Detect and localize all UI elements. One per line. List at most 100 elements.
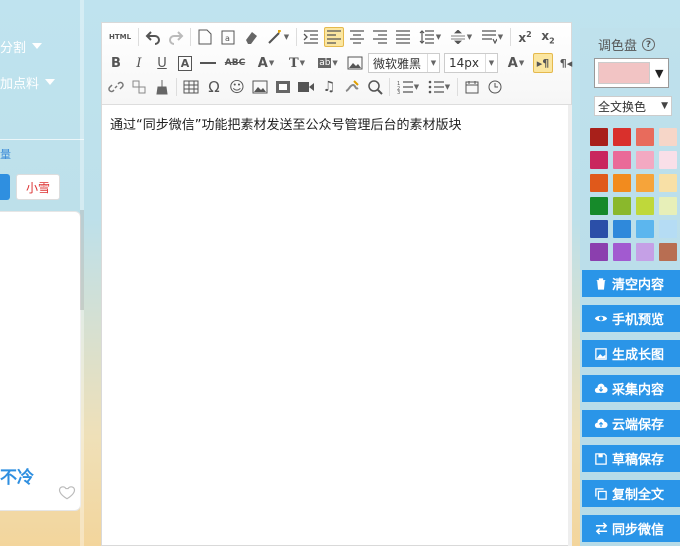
action-button[interactable]: 采集内容 [582, 375, 680, 402]
clear-format-button[interactable] [152, 77, 172, 97]
menu-item-extra[interactable]: 加点料 [0, 72, 60, 92]
horizontal-rule-button[interactable] [198, 53, 218, 73]
menu-item-split-label: 分割 [0, 40, 27, 56]
color-swatch[interactable] [590, 197, 608, 215]
action-button[interactable]: 生成长图 [582, 340, 680, 367]
border-text-button[interactable]: A [175, 53, 195, 73]
action-button[interactable]: 云端保存 [582, 410, 680, 437]
color-swatch[interactable] [636, 174, 654, 192]
color-swatch[interactable] [613, 220, 631, 238]
video-button[interactable] [296, 77, 316, 97]
table-button[interactable] [181, 77, 201, 97]
strikethrough-button[interactable]: ABC [221, 53, 249, 73]
ltr-direction-button[interactable]: ▸¶ [533, 53, 553, 73]
color-swatch[interactable] [636, 220, 654, 238]
insert-image-button[interactable] [250, 77, 270, 97]
ordered-list-button[interactable]: 1 2 3 ▼ [394, 77, 422, 97]
action-button[interactable]: 手机预览 [582, 305, 680, 332]
background-color-button[interactable]: ab ▼ [314, 53, 342, 73]
scrollbar-thumb[interactable] [80, 210, 84, 310]
html-source-button[interactable]: HTML [106, 27, 134, 47]
color-swatch[interactable] [613, 174, 631, 192]
unordered-list-button[interactable]: ▼ [425, 77, 453, 97]
help-icon[interactable]: ? [642, 38, 656, 51]
align-right-button[interactable] [370, 27, 390, 47]
special-char-button[interactable]: Ω [204, 77, 224, 97]
undo-icon [145, 31, 160, 45]
indent-button[interactable] [301, 27, 321, 47]
color-swatch[interactable] [613, 243, 631, 261]
color-mode-select[interactable]: 全文换色 ▼ [594, 96, 672, 116]
eraser-button[interactable] [241, 27, 261, 47]
color-swatch[interactable] [636, 128, 654, 146]
color-swatch[interactable] [590, 220, 608, 238]
heart-icon[interactable] [58, 483, 76, 501]
font-family-select[interactable]: 微软雅黑 ▼ [368, 53, 440, 73]
menu-item-split[interactable]: 分割 [0, 36, 60, 56]
emoji-button[interactable]: ☺ [227, 77, 247, 97]
color-swatch[interactable] [636, 197, 654, 215]
superscript-button[interactable]: x2 [515, 27, 535, 47]
color-swatch[interactable] [590, 128, 608, 146]
left-link[interactable]: 量 [0, 146, 11, 162]
color-swatch[interactable] [659, 151, 677, 169]
line-height-button[interactable]: ▼ [416, 27, 444, 47]
color-swatch[interactable] [590, 174, 608, 192]
subscript-button[interactable]: x2 [538, 27, 558, 47]
chevron-down-icon: ▼ [332, 59, 338, 67]
image-button[interactable] [345, 53, 365, 73]
color-swatch[interactable] [659, 220, 677, 238]
color-swatch[interactable] [659, 197, 677, 215]
color-swatch[interactable] [590, 243, 608, 261]
redo-button[interactable] [166, 27, 186, 47]
editor-scrollbar[interactable] [568, 105, 572, 546]
italic-button[interactable]: I [129, 53, 149, 73]
text-style-button[interactable]: T ▼ [283, 53, 311, 73]
rtl-icon: ¶◂ [559, 56, 573, 70]
color-swatch[interactable] [613, 151, 631, 169]
editor-content[interactable]: 通过“同步微信”功能把素材发送至公众号管理后台的素材版块 [110, 117, 563, 135]
align-left-button[interactable] [324, 27, 344, 47]
color-swatch[interactable] [590, 151, 608, 169]
align-justify-button[interactable] [393, 27, 413, 47]
time-button[interactable] [485, 77, 505, 97]
color-picker[interactable]: ▼ [594, 58, 669, 88]
paragraph-format-button[interactable]: ▼ [478, 27, 506, 47]
link-button[interactable] [106, 77, 126, 97]
color-swatch[interactable] [659, 128, 677, 146]
action-button[interactable]: 清空内容 [582, 270, 680, 297]
multi-image-button[interactable] [273, 77, 293, 97]
left-blue-button[interactable] [0, 174, 10, 200]
paragraph-spacing-button[interactable]: ▼ [447, 27, 475, 47]
color-swatch[interactable] [636, 151, 654, 169]
format-brush-button[interactable]: ▼ [264, 27, 292, 47]
date-button[interactable] [462, 77, 482, 97]
action-button[interactable]: 同步微信 [582, 515, 680, 542]
left-scrollbar[interactable] [80, 0, 84, 546]
undo-button[interactable] [143, 27, 163, 47]
underline-icon: U [157, 55, 167, 71]
unlink-button[interactable] [129, 77, 149, 97]
search-replace-button[interactable] [365, 77, 385, 97]
font-size-select[interactable]: 14px ▼ [444, 53, 498, 73]
search-icon [368, 80, 383, 95]
action-button[interactable]: 草稿保存 [582, 445, 680, 472]
font-color-button[interactable]: A ▼ [252, 53, 280, 73]
color-swatch[interactable] [659, 243, 677, 261]
color-swatch[interactable] [613, 197, 631, 215]
underline-button[interactable]: U [152, 53, 172, 73]
paste-plain-button[interactable]: a [218, 27, 238, 47]
align-center-button[interactable] [347, 27, 367, 47]
new-document-button[interactable] [195, 27, 215, 47]
align-center-icon [350, 30, 364, 44]
letter-spacing-button[interactable]: A ▼ [502, 53, 530, 73]
rtl-direction-button[interactable]: ¶◂ [556, 53, 576, 73]
color-swatch[interactable] [613, 128, 631, 146]
bold-button[interactable]: B [106, 53, 126, 73]
music-button[interactable]: ♫ [319, 77, 339, 97]
scrawl-button[interactable] [342, 77, 362, 97]
action-button[interactable]: 复制全文 [582, 480, 680, 507]
tag-button[interactable]: 小雪 [16, 174, 60, 200]
color-swatch[interactable] [659, 174, 677, 192]
color-swatch[interactable] [636, 243, 654, 261]
